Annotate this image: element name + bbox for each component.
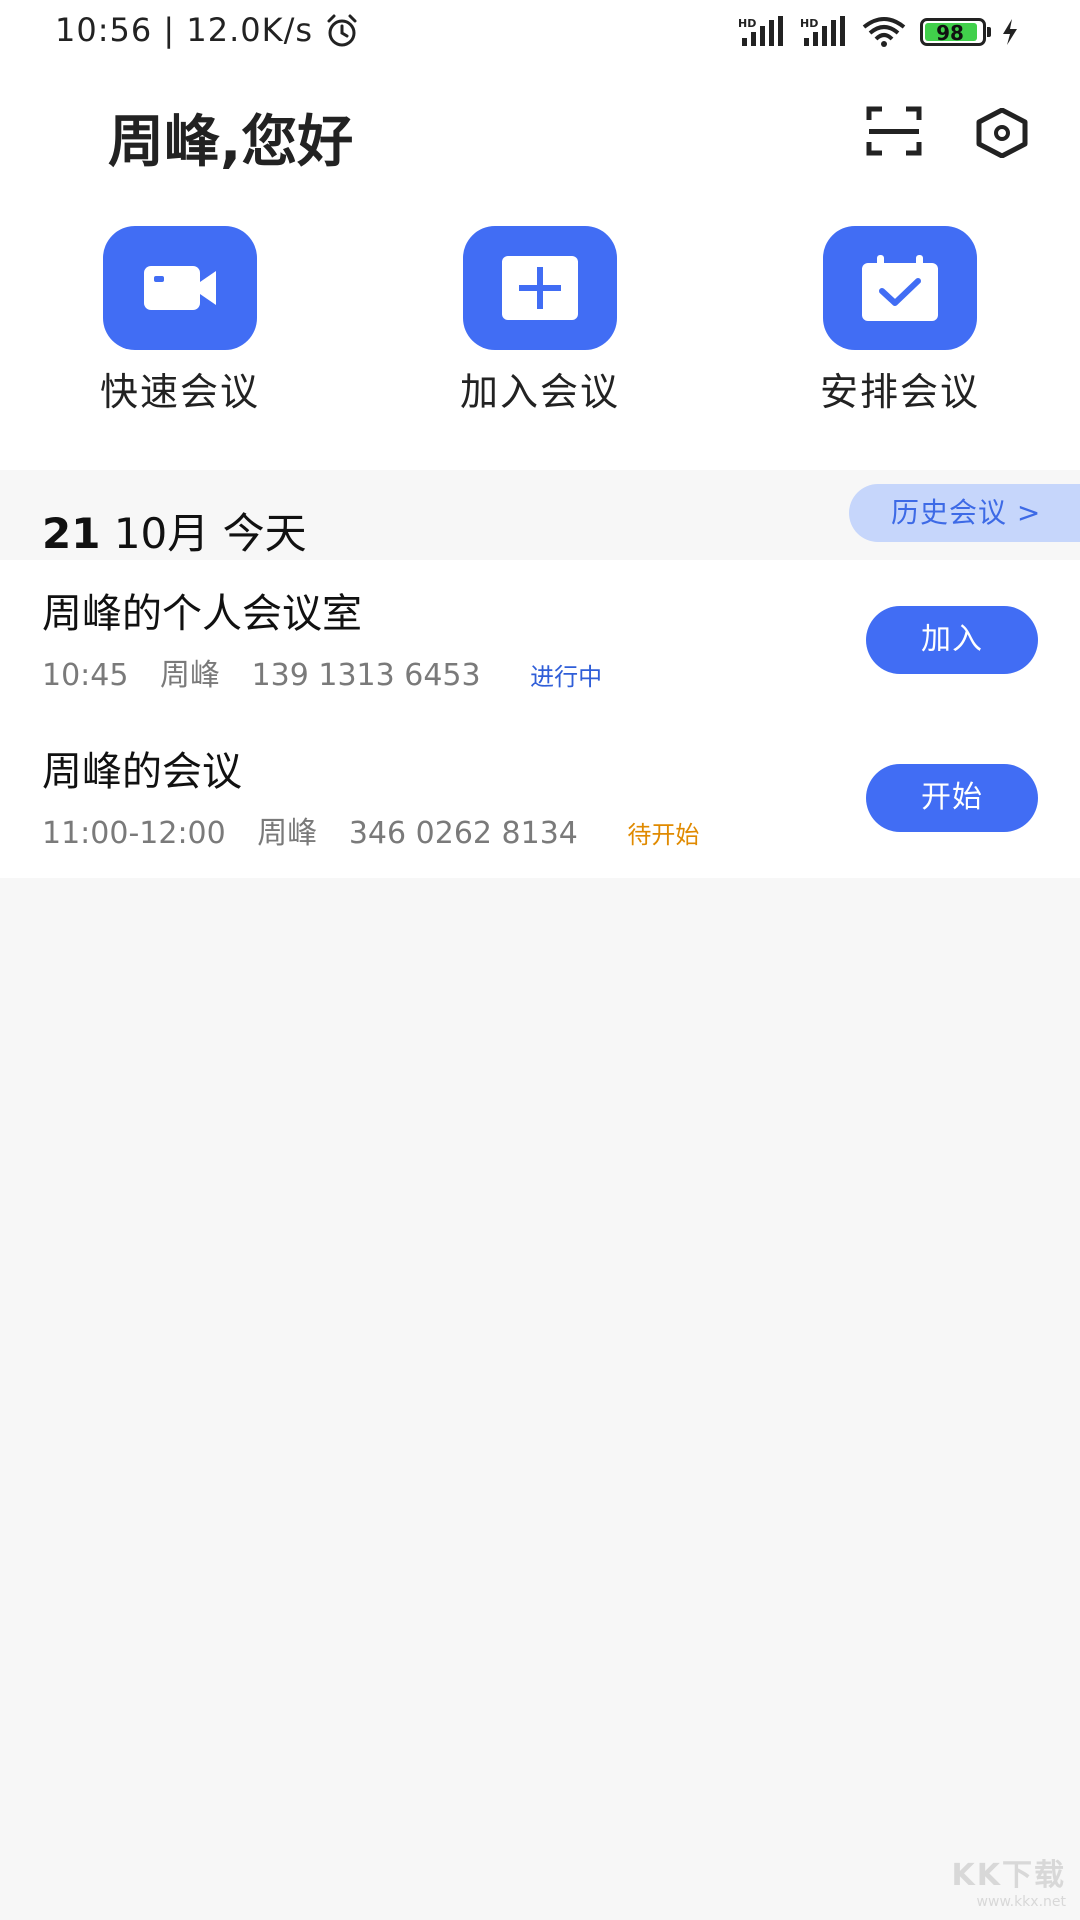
watermark: KK下载 www.kkx.net: [952, 1858, 1067, 1910]
history-meetings-button[interactable]: 历史会议 >: [849, 484, 1080, 542]
scan-icon[interactable]: [866, 106, 922, 156]
start-button[interactable]: 开始: [866, 764, 1038, 832]
meeting-host: 周峰: [257, 816, 318, 851]
meeting-time: 11:00-12:00: [42, 816, 226, 851]
battery-indicator: 98: [920, 18, 991, 46]
join-meeting-button[interactable]: 加入会议: [420, 226, 660, 416]
quick-meeting-label: 快速会议: [99, 370, 260, 414]
schedule-meeting-button[interactable]: 安排会议: [780, 226, 1020, 416]
plus-icon: [502, 256, 578, 320]
meeting-item[interactable]: 周峰的个人会议室 10:45 周峰 139 1313 6453 进行中 加入: [0, 560, 1080, 718]
quick-meeting-tile[interactable]: [103, 226, 257, 350]
meeting-list: 周峰的个人会议室 10:45 周峰 139 1313 6453 进行中 加入 周…: [0, 560, 1080, 878]
meeting-title: 周峰的会议: [42, 749, 242, 795]
battery-percent: 98: [936, 21, 964, 45]
meeting-number: 139 1313 6453: [251, 658, 481, 693]
calendar-check-icon: [862, 255, 938, 321]
date-month-today: 10月 今天: [113, 509, 307, 558]
meeting-number: 346 0262 8134: [348, 816, 578, 851]
meeting-details: 10:45 周峰 139 1313 6453 进行中: [42, 656, 624, 697]
greeting-title: 周峰,您好: [108, 110, 354, 175]
join-meeting-tile[interactable]: [463, 226, 617, 350]
join-meeting-label: 加入会议: [459, 370, 620, 414]
meeting-status: 待开始: [627, 821, 700, 849]
charging-icon: [1003, 19, 1017, 45]
schedule-meeting-tile[interactable]: [823, 226, 977, 350]
watermark-logo: KK下载: [951, 1858, 1066, 1893]
meeting-host: 周峰: [160, 658, 221, 693]
meeting-item[interactable]: 周峰的会议 11:00-12:00 周峰 346 0262 8134 待开始 开…: [0, 718, 1080, 876]
signal-hd-label: HD: [738, 17, 756, 30]
status-time: 10:56 | 12.0K/s: [55, 11, 314, 49]
meeting-details: 11:00-12:00 周峰 346 0262 8134 待开始: [42, 814, 721, 855]
wifi-icon: [862, 17, 906, 47]
quick-meeting-button[interactable]: 快速会议: [60, 226, 300, 416]
signal-hd-icon: HD: [738, 16, 783, 46]
meeting-time: 10:45: [42, 658, 129, 693]
watermark-url: www.kkx.net: [976, 1894, 1066, 1910]
date-heading: 21 10月 今天: [42, 506, 307, 562]
alarm-clock-icon: [327, 14, 357, 47]
status-indicators: HD HD 98: [738, 14, 1020, 50]
join-button[interactable]: 加入: [866, 606, 1038, 674]
date-day: 21: [42, 509, 101, 558]
schedule-meeting-label: 安排会议: [819, 370, 980, 414]
signal-hd-icon-2: HD: [800, 16, 845, 46]
settings-icon[interactable]: [974, 108, 1030, 158]
signal-hd-label-2: HD: [800, 17, 818, 30]
meeting-status: 进行中: [530, 663, 603, 691]
meeting-title: 周峰的个人会议室: [42, 591, 362, 637]
video-camera-icon: [144, 266, 216, 310]
